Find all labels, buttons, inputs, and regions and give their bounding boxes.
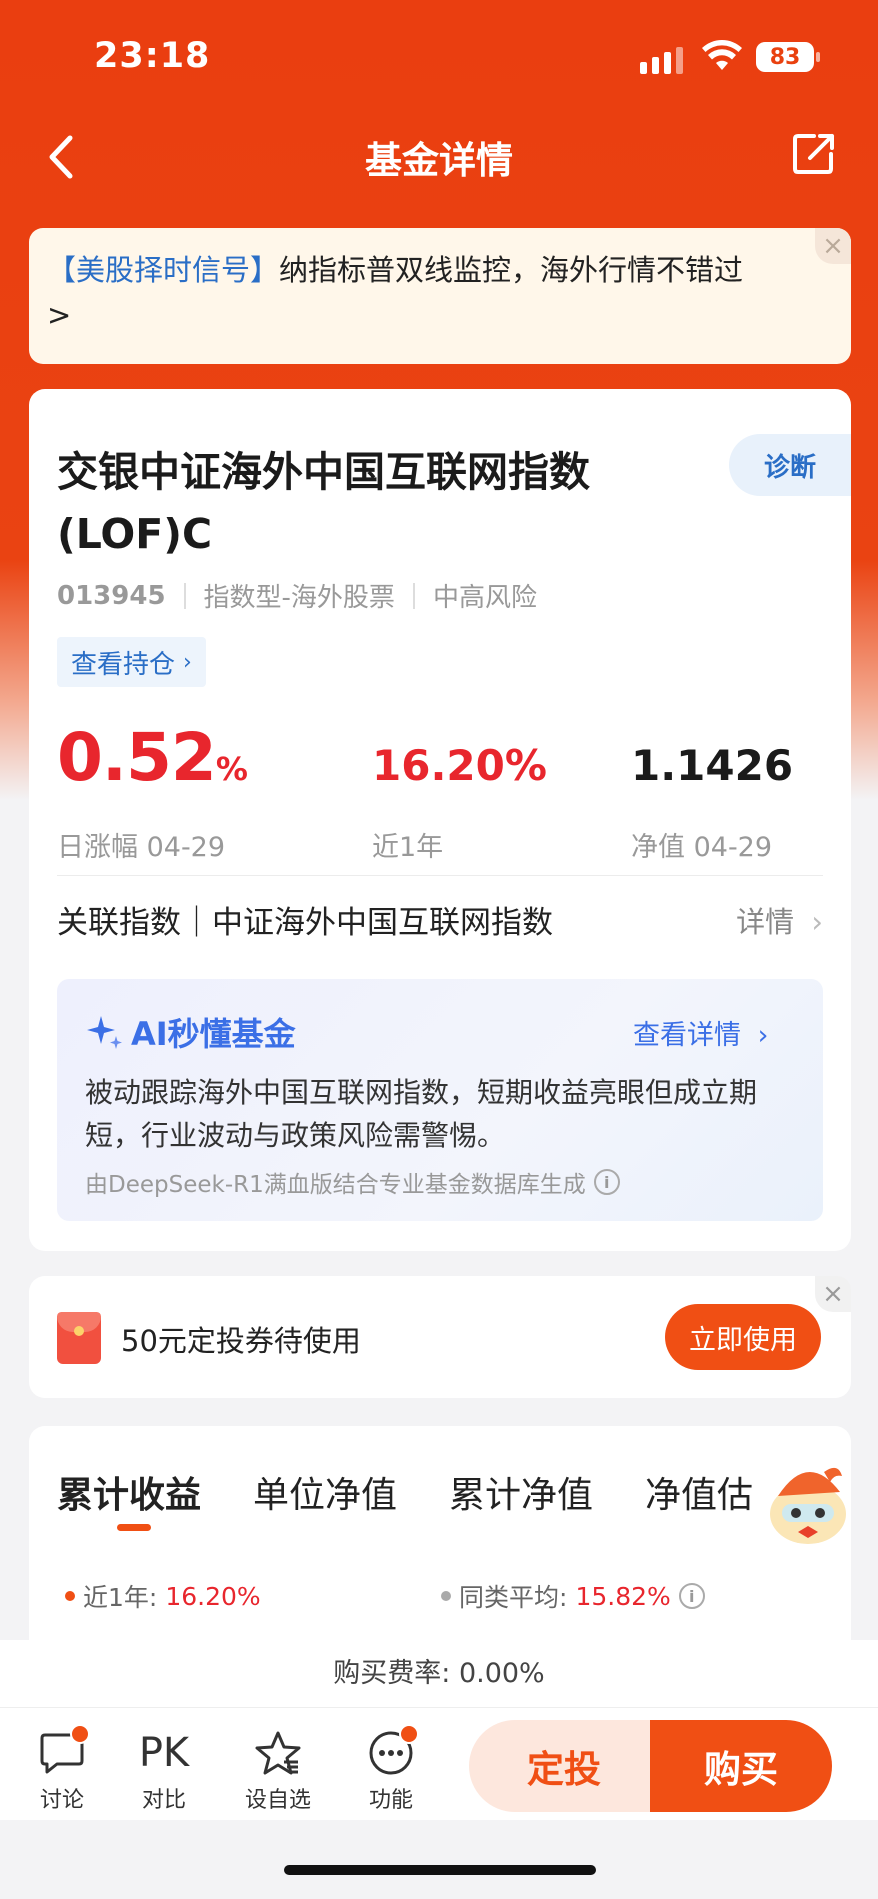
functions-button[interactable]: 功能: [351, 1724, 431, 1814]
auto-invest-button[interactable]: 定投: [469, 1720, 659, 1812]
sparkle-icon: [87, 1016, 122, 1049]
one-year-return-label: 近1年: [372, 832, 444, 863]
ai-summary-title: AI秒懂基金: [85, 1009, 296, 1055]
tab-nav-estimate[interactable]: 净值估: [645, 1466, 753, 1518]
legend-fund-value: 16.20%: [165, 1581, 261, 1611]
active-tab-indicator: [117, 1524, 151, 1531]
banner-close-icon[interactable]: ×: [815, 228, 851, 264]
battery-icon: 83: [756, 42, 820, 72]
ai-summary-title-text: AI秒懂基金: [131, 1015, 296, 1053]
tab-unit-nav[interactable]: 单位净值: [253, 1466, 397, 1518]
home-indicator: [284, 1865, 596, 1875]
fund-type: 指数型-海外股票: [203, 583, 395, 613]
coupon-close-icon[interactable]: ×: [815, 1276, 851, 1312]
discuss-label: 讨论: [39, 1788, 84, 1813]
promo-banner[interactable]: 【美股择时信号】纳指标普双线监控，海外行情不错过 > ×: [29, 228, 851, 364]
wifi-icon: [702, 40, 742, 70]
daily-change-value: 0.52%: [57, 719, 248, 796]
fund-code: 013945: [57, 580, 166, 611]
discuss-button[interactable]: 讨论: [22, 1724, 102, 1814]
ai-view-details-link[interactable]: 查看详情 ›: [633, 1013, 768, 1052]
purchase-fee: 购买费率: 0.00%: [0, 1640, 878, 1708]
ai-summary-text: 被动跟踪海外中国互联网指数，短期收益亮眼但成立期短，行业波动与政策风险需警惕。: [85, 1076, 758, 1152]
legend-dot: [441, 1591, 451, 1601]
promo-banner-message: 纳指标普双线监控，海外行情不错过: [279, 253, 744, 287]
coupon-text: 50元定投券待使用: [121, 1324, 361, 1358]
daily-change-label: 日涨幅 04-29: [57, 832, 226, 863]
fund-overview-card: 交银中证海外中国互联网指数(LOF)C 诊断 013945 指数型-海外股票 中…: [29, 389, 851, 1251]
chart-tabs: 累计收益 单位净值 累计净值 净值估: [57, 1466, 805, 1518]
meta-divider: [412, 582, 415, 609]
chevron-right-icon: ›: [183, 649, 192, 675]
chevron-right-icon: ›: [757, 1020, 769, 1051]
buy-button[interactable]: 购买: [650, 1720, 832, 1812]
fund-name: 交银中证海外中国互联网指数(LOF)C: [57, 448, 590, 558]
legend-avg-label: 同类平均:: [459, 1583, 568, 1612]
one-year-return-value: 16.20%: [372, 741, 547, 790]
mascot-icon[interactable]: [760, 1456, 856, 1552]
add-watchlist-button[interactable]: 设自选: [238, 1728, 318, 1814]
tab-cumulative-nav[interactable]: 累计净值: [449, 1466, 593, 1518]
ai-summary-card: AI秒懂基金 查看详情 › 被动跟踪海外中国互联网指数，短期收益亮眼但成立期短，…: [57, 979, 823, 1221]
daily-change-unit: %: [215, 750, 248, 788]
legend-dot: [65, 1591, 75, 1601]
functions-label: 功能: [368, 1788, 413, 1813]
red-envelope-icon: [57, 1312, 101, 1364]
legend-avg-value: 15.82%: [575, 1581, 671, 1611]
nav-label: 净值 04-29: [631, 832, 773, 863]
coupon-card: 50元定投券待使用 立即使用 ×: [29, 1276, 851, 1398]
use-coupon-button[interactable]: 立即使用: [665, 1304, 821, 1370]
related-index-label: 关联指数｜中证海外中国互联网指数: [57, 905, 553, 941]
bottom-icon-wrap: [238, 1728, 318, 1778]
add-watchlist-label: 设自选: [244, 1788, 311, 1813]
daily-change-number: 0.52: [57, 719, 217, 796]
share-icon[interactable]: [792, 132, 836, 176]
ai-summary-footer: 由DeepSeek-R1满血版结合专业基金数据库生成 i: [85, 1165, 620, 1199]
meta-divider: [183, 582, 186, 609]
info-icon[interactable]: i: [593, 1169, 620, 1195]
divider: [57, 875, 823, 876]
chevron-right-icon: ›: [811, 904, 823, 939]
legend-category-average: 同类平均: 15.82% i: [441, 1578, 705, 1614]
star-icon: [255, 1731, 301, 1775]
ai-summary-source: 由DeepSeek-R1满血版结合专业基金数据库生成: [85, 1172, 586, 1198]
ai-view-details-text: 查看详情: [633, 1020, 741, 1051]
compare-label: 对比: [141, 1788, 186, 1813]
nav-value: 1.1426: [631, 741, 794, 790]
pk-icon: PK: [138, 1730, 190, 1776]
notification-badge: [70, 1724, 90, 1744]
tab-cumulative-return[interactable]: 累计收益: [57, 1466, 201, 1518]
notification-badge: [399, 1724, 419, 1744]
related-index-row[interactable]: 关联指数｜中证海外中国互联网指数 详情 ›: [57, 897, 823, 942]
view-holdings-link[interactable]: 查看持仓 ›: [57, 637, 206, 687]
status-time: 23:18: [94, 36, 211, 76]
info-icon[interactable]: i: [678, 1583, 705, 1609]
promo-banner-text: 【美股择时信号】纳指标普双线监控，海外行情不错过 >: [47, 248, 827, 338]
bottom-icon-wrap: [351, 1728, 431, 1778]
legend-fund-label: 近1年:: [83, 1583, 158, 1612]
related-index-detail-link[interactable]: 详情 ›: [736, 899, 823, 941]
compare-button[interactable]: PK 对比: [124, 1728, 204, 1814]
bottom-icon-wrap: [22, 1728, 102, 1778]
related-index-detail-text: 详情: [736, 904, 795, 939]
fund-risk: 中高风险: [432, 583, 537, 613]
promo-banner-arrow: >: [47, 298, 72, 332]
cellular-signal-icon: [640, 44, 683, 74]
fund-meta: 013945 指数型-海外股票 中高风险: [57, 577, 537, 614]
legend-fund: 近1年: 16.20%: [65, 1578, 261, 1614]
view-holdings-label: 查看持仓: [71, 649, 176, 680]
page-title: 基金详情: [365, 139, 513, 182]
promo-banner-highlight: 【美股择时信号】: [47, 253, 280, 287]
bottom-action-bar: 讨论 PK 对比 设自选 功能 定投 购买: [0, 1708, 878, 1820]
status-bar: 23:18 83: [0, 0, 878, 110]
diagnose-button[interactable]: 诊断: [729, 434, 851, 496]
